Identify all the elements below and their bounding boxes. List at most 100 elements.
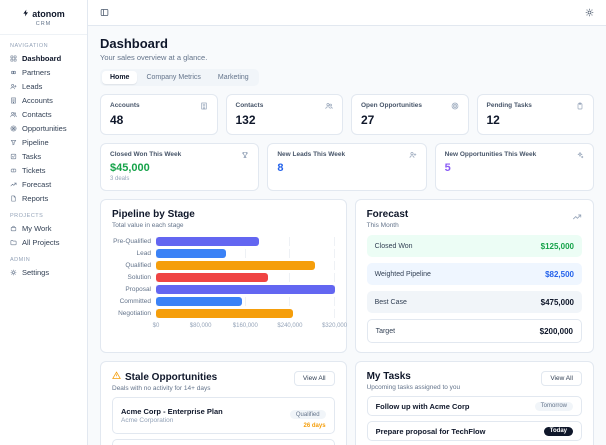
sidebar-item-contacts[interactable]: Contacts bbox=[0, 107, 87, 121]
task-item[interactable]: Prepare proposal for TechFlow Today bbox=[366, 421, 582, 441]
highlight-card-closed-won-this-week: Closed Won This Week $45,000 3 deals bbox=[100, 143, 260, 191]
stage-badge: Qualified bbox=[289, 410, 326, 419]
sidebar-item-label: Accounts bbox=[22, 95, 53, 105]
panel-left-icon bbox=[100, 9, 109, 16]
dashboard-content: Dashboard Your sales overview at a glanc… bbox=[88, 26, 606, 445]
kpi-card-pending-tasks: Pending Tasks 12 bbox=[476, 94, 594, 135]
chart-x-tick: $320,000 bbox=[322, 323, 348, 329]
kpi-value: 48 bbox=[110, 113, 124, 127]
warning-icon bbox=[112, 371, 121, 383]
sidebar-item-label: Reports bbox=[22, 193, 49, 203]
sidebar-item-reports[interactable]: Reports bbox=[0, 191, 87, 205]
task-title: Prepare proposal for TechFlow bbox=[375, 426, 486, 436]
page-title: Dashboard bbox=[100, 36, 168, 51]
logo: atonom CRM bbox=[0, 0, 87, 35]
task-item[interactable]: Follow up with Acme Corp Tomorrow bbox=[366, 396, 582, 416]
chart-category-label: Negotiation bbox=[118, 309, 151, 317]
sidebar-item-opportunities[interactable]: Opportunities bbox=[0, 121, 87, 135]
tasks-view-all-button[interactable]: View All bbox=[541, 371, 582, 386]
stale-view-all-button[interactable]: View All bbox=[293, 371, 335, 386]
chart-bar bbox=[156, 273, 268, 282]
sidebar-item-accounts[interactable]: Accounts bbox=[0, 93, 87, 107]
forecast-row-label: Best Case bbox=[374, 298, 407, 306]
funnel-icon bbox=[10, 139, 17, 145]
sidebar-item-tasks[interactable]: Tasks bbox=[0, 149, 87, 163]
highlight-label: New Opportunities This Week bbox=[444, 151, 537, 158]
sidebar-item-label: Leads bbox=[22, 81, 43, 91]
theme-toggle-button[interactable] bbox=[583, 6, 596, 19]
logo-subtext: CRM bbox=[35, 21, 52, 27]
chart-category-label: Lead bbox=[136, 249, 151, 257]
chart-bar bbox=[156, 309, 293, 318]
my-tasks-panel: My Tasks Upcoming tasks assigned to you … bbox=[354, 361, 594, 445]
trophy-icon bbox=[242, 152, 249, 158]
chart-track bbox=[156, 309, 335, 318]
sidebar-toggle-button[interactable] bbox=[98, 6, 111, 19]
forecast-row-value: $475,000 bbox=[540, 297, 574, 307]
chart-category-label: Qualified bbox=[125, 261, 151, 269]
highlight-value: 8 bbox=[277, 162, 284, 174]
check-square-icon bbox=[10, 153, 17, 159]
page-subtitle: Your sales overview at a glance. bbox=[100, 53, 208, 62]
sun-icon bbox=[585, 8, 594, 17]
chart-bar-row: Negotiation bbox=[112, 309, 335, 318]
tab-home[interactable]: Home bbox=[102, 71, 138, 84]
sidebar-item-label: My Work bbox=[22, 223, 52, 233]
sidebar-item-pipeline[interactable]: Pipeline bbox=[0, 135, 87, 149]
trend-up-icon bbox=[10, 182, 17, 186]
sidebar-item-tickets[interactable]: Tickets bbox=[0, 163, 87, 177]
logo-icon bbox=[22, 9, 30, 19]
chart-track bbox=[156, 249, 335, 258]
pipeline-panel-subtitle: Total value in each stage bbox=[112, 222, 184, 229]
target-icon bbox=[10, 125, 17, 131]
task-title: Follow up with Acme Corp bbox=[375, 401, 470, 411]
forecast-row-value: $82,500 bbox=[545, 269, 574, 279]
chart-category-label: Pre-Qualified bbox=[113, 237, 151, 245]
stale-opportunity-item[interactable]: TechFlow - Platform LicenseTechFlow Solu… bbox=[112, 439, 335, 445]
sidebar-item-settings[interactable]: Settings bbox=[0, 265, 87, 279]
forecast-row-value: $125,000 bbox=[540, 241, 574, 251]
sidebar-item-all-projects[interactable]: All Projects bbox=[0, 235, 87, 249]
stale-opportunity-item[interactable]: Acme Corp - Enterprise Plan Acme Corporat… bbox=[112, 397, 335, 434]
sidebar-item-my-work[interactable]: My Work bbox=[0, 221, 87, 235]
forecast-panel: Forecast This Month Closed Won $125,000 We… bbox=[354, 199, 594, 353]
clipboard-icon bbox=[577, 102, 583, 110]
users-icon bbox=[325, 103, 333, 109]
sidebar-item-label: Pipeline bbox=[22, 137, 49, 147]
tab-marketing[interactable]: Marketing bbox=[210, 71, 257, 84]
kpi-value: 27 bbox=[361, 113, 375, 127]
forecast-panel-subtitle: This Month bbox=[366, 222, 399, 229]
forecast-row-label: Target bbox=[375, 327, 396, 335]
chart-x-tick: $80,000 bbox=[189, 323, 212, 329]
tasks-panel-title: My Tasks bbox=[366, 371, 411, 382]
sidebar-section-label: Projects bbox=[10, 213, 44, 219]
forecast-row-value: $200,000 bbox=[539, 326, 573, 336]
sidebar-item-partners[interactable]: Partners bbox=[0, 65, 87, 79]
sidebar-item-label: Settings bbox=[22, 267, 50, 277]
grid-icon bbox=[10, 55, 17, 61]
sidebar-item-leads[interactable]: Leads bbox=[0, 79, 87, 93]
forecast-row-weighted-pipeline: Weighted Pipeline $82,500 bbox=[366, 263, 582, 285]
chart-x-tick: $160,000 bbox=[232, 323, 258, 329]
main-area: Dashboard Your sales overview at a glanc… bbox=[88, 0, 606, 445]
highlight-row: Closed Won This Week $45,000 3 deals New Le… bbox=[100, 143, 594, 191]
stale-days: 26 days bbox=[303, 422, 326, 429]
chart-bar-row: Proposal bbox=[112, 285, 335, 294]
chart-track bbox=[156, 297, 335, 306]
highlight-subtext bbox=[277, 176, 416, 183]
kpi-label: Accounts bbox=[110, 102, 140, 109]
sparkles-icon bbox=[577, 152, 584, 159]
folder-icon bbox=[10, 239, 17, 245]
highlight-value: $45,000 bbox=[110, 162, 150, 174]
sidebar-item-forecast[interactable]: Forecast bbox=[0, 177, 87, 191]
forecast-rows: Closed Won $125,000 Weighted Pipeline $82,5… bbox=[366, 235, 582, 343]
opportunity-company: Acme Corporation bbox=[121, 417, 174, 425]
highlight-card-new-opportunities-this-week: New Opportunities This Week 5 bbox=[434, 143, 594, 191]
tab-company-metrics[interactable]: Company Metrics bbox=[138, 71, 208, 84]
chart-bar-row: Committed bbox=[112, 297, 335, 306]
sidebar-item-label: All Projects bbox=[22, 237, 60, 247]
chart-bar-row: Lead bbox=[112, 249, 335, 258]
chart-track bbox=[156, 261, 335, 270]
charts-row: Pipeline by Stage Total value in each st… bbox=[100, 199, 594, 353]
sidebar-item-dashboard[interactable]: Dashboard bbox=[0, 51, 87, 65]
